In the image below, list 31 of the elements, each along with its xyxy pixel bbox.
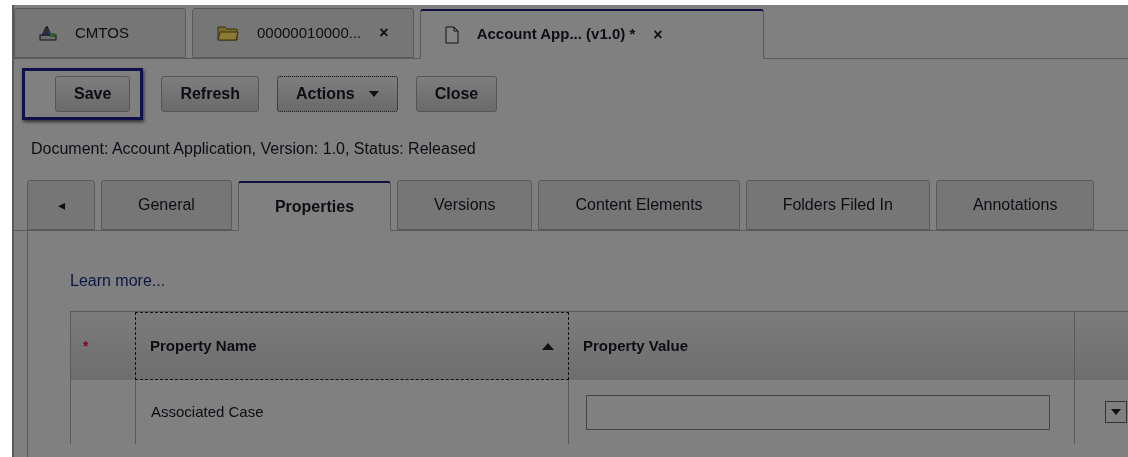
toolbar-button[interactable]: Close <box>415 76 498 112</box>
property-name: Associated Case <box>151 401 264 422</box>
caret-icon <box>1111 409 1121 415</box>
folder-icon <box>217 25 239 41</box>
sort-ascending-icon <box>542 342 554 350</box>
tab[interactable]: Annotations <box>935 180 1095 230</box>
tab[interactable]: Content Elements <box>538 180 740 230</box>
document-tab[interactable]: Account App... (v1.0) * × <box>419 9 764 59</box>
dropdown-button[interactable] <box>1105 401 1127 423</box>
tab[interactable]: General <box>101 180 232 230</box>
learn-more-link[interactable]: Learn more... <box>70 272 166 289</box>
tab-label: 00000010000... <box>257 22 362 43</box>
document-icon <box>444 25 459 44</box>
actions-menu-button[interactable]: Actions <box>276 76 398 112</box>
document-info: Document: Account Application, Version: 1.0, Status: Released <box>31 139 476 159</box>
property-value-field[interactable] <box>586 394 1050 430</box>
column-header: * <box>82 336 90 356</box>
ship-icon <box>39 25 57 41</box>
column-header[interactable]: Property Name <box>135 312 569 380</box>
tab-scroll-left[interactable]: ◂ <box>27 180 95 230</box>
caret-icon <box>368 91 379 97</box>
tab[interactable]: Properties <box>237 181 392 231</box>
toolbar-button[interactable]: Save <box>55 76 131 112</box>
column-header[interactable]: Property Value <box>569 312 1075 380</box>
document-tab[interactable]: 00000010000... × <box>192 8 414 58</box>
tab[interactable]: Versions <box>397 180 533 230</box>
tab[interactable]: Folders Filed In <box>745 180 930 230</box>
tab-label: CMTOS <box>75 22 129 43</box>
document-tab[interactable]: CMTOS <box>14 8 186 58</box>
toolbar-button[interactable]: Refresh <box>161 76 259 112</box>
tab-label: Account App... (v1.0) * <box>476 24 636 45</box>
